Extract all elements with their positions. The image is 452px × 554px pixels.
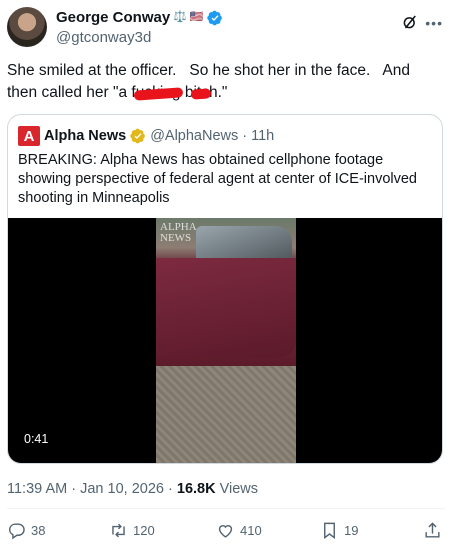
quoted-author-name[interactable]: Alpha News xyxy=(44,128,126,144)
repost-button[interactable]: 120 xyxy=(109,521,155,540)
tweet-text-part: h." xyxy=(208,84,228,101)
like-button[interactable]: 410 xyxy=(216,521,262,540)
gold-verified-badge-icon xyxy=(130,128,146,144)
video-duration-badge: 0:41 xyxy=(18,430,55,448)
author-name[interactable]: George Conway xyxy=(56,9,170,26)
author-name-row: George Conway ⚖️ 🇺🇸 xyxy=(56,9,223,26)
tweet-time[interactable]: 11:39 AM xyxy=(7,481,67,497)
quoted-tweet-time[interactable]: 11h xyxy=(251,128,274,144)
repost-count: 120 xyxy=(133,523,155,538)
like-count: 410 xyxy=(240,523,262,538)
video-player[interactable]: ALPHA NEWS 0:41 xyxy=(8,218,442,463)
bookmark-icon xyxy=(324,522,335,540)
car-door-shape xyxy=(156,258,296,358)
more-options-icon[interactable]: ••• xyxy=(425,15,443,31)
scales-emoji: ⚖️ xyxy=(173,11,187,23)
reply-count: 38 xyxy=(31,523,46,538)
meta-separator: · xyxy=(71,481,77,497)
quoted-tweet-text: BREAKING: Alpha News has obtained cellph… xyxy=(18,152,417,206)
bookmark-button[interactable]: 19 xyxy=(320,521,358,540)
quoted-tweet-header: A Alpha News @AlphaNews · 11h xyxy=(18,126,274,146)
reply-button[interactable]: 38 xyxy=(7,521,45,540)
video-watermark: ALPHA NEWS xyxy=(160,222,197,244)
author-avatar[interactable] xyxy=(7,7,47,47)
meta-separator: · xyxy=(168,481,173,497)
tweet-header: George Conway ⚖️ 🇺🇸 @gtconway3d ••• xyxy=(7,7,445,49)
views-label: Views xyxy=(219,481,259,497)
divider xyxy=(7,508,445,509)
tweet-text: She smiled at the officer. So he shot he… xyxy=(7,60,427,104)
redaction-mark: ucking xyxy=(136,82,181,104)
meta-separator: · xyxy=(242,128,248,144)
bookmark-count: 19 xyxy=(344,523,359,538)
repost-icon xyxy=(112,523,125,538)
heart-icon xyxy=(218,525,233,538)
quoted-tweet[interactable]: A Alpha News @AlphaNews · 11h BREAKING: … xyxy=(7,114,443,464)
alpha-news-avatar[interactable]: A xyxy=(18,126,40,146)
quoted-author-handle[interactable]: @AlphaNews xyxy=(150,128,238,144)
tweet-date[interactable]: Jan 10, 2026 xyxy=(80,481,164,497)
reply-icon xyxy=(9,523,25,540)
watermark-line: NEWS xyxy=(160,232,192,244)
redaction-mark: itc xyxy=(193,82,209,104)
share-button[interactable] xyxy=(423,521,442,540)
us-flag-emoji: 🇺🇸 xyxy=(189,11,204,23)
action-bar: 38 120 410 19 xyxy=(7,521,445,543)
grok-icon[interactable] xyxy=(401,13,419,31)
views-count: 16.8K xyxy=(176,481,216,497)
share-icon xyxy=(425,522,440,538)
tweet-timestamp: 11:39 AM · Jan 10, 2026 · 16.8K Views xyxy=(7,481,258,497)
ground-shape xyxy=(156,366,296,463)
author-handle[interactable]: @gtconway3d xyxy=(56,29,151,46)
video-frame: ALPHA NEWS xyxy=(156,218,296,463)
verified-badge-icon xyxy=(206,10,222,25)
